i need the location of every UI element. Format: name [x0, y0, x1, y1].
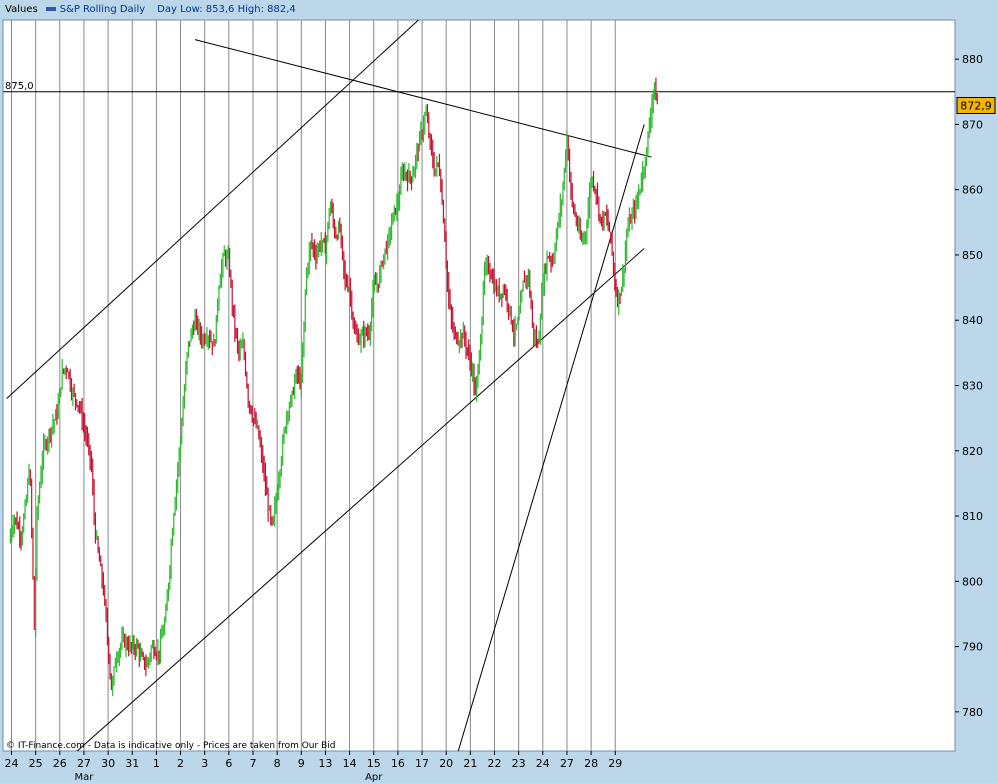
- x-tick-label: 24: [536, 757, 550, 770]
- y-tick-label: 830: [962, 380, 983, 393]
- x-tick-label: 23: [512, 757, 526, 770]
- x-tick-label: 6: [225, 757, 232, 770]
- x-tick-label: 29: [608, 757, 622, 770]
- x-tick-label: 9: [298, 757, 305, 770]
- x-tick-label: 15: [367, 757, 381, 770]
- y-tick-label: 850: [962, 249, 983, 262]
- y-tick-label: 870: [962, 118, 983, 131]
- x-tick-label: 28: [584, 757, 598, 770]
- x-tick-label: 21: [463, 757, 477, 770]
- footer-note: © IT-Finance.com - Data is indicative on…: [6, 741, 335, 751]
- x-tick-label: 2: [177, 757, 184, 770]
- x-tick-label: 27: [77, 757, 91, 770]
- x-tick-label: 27: [560, 757, 574, 770]
- y-tick-label: 880: [962, 53, 983, 66]
- x-tick-label: 1: [153, 757, 160, 770]
- x-tick-label: 3: [201, 757, 208, 770]
- price-chart: 875,0 24 25 26 27 30 31 1 2 3 6 7 8 9 13 14 15 16 17 20 21 2…: [2, 19, 996, 783]
- month-label: Apr: [365, 772, 383, 783]
- x-tick-label: 17: [415, 757, 429, 770]
- x-tick-label: 8: [274, 757, 281, 770]
- x-tick-label: 30: [101, 757, 115, 770]
- x-tick-label: 16: [391, 757, 405, 770]
- y-tick-label: 800: [962, 575, 983, 588]
- x-tick-label: 26: [53, 757, 67, 770]
- x-tick-label: 22: [488, 757, 502, 770]
- y-tick-label: 820: [962, 445, 983, 458]
- x-tick-label: 20: [439, 757, 453, 770]
- chart-container: Values S&P Rolling Daily Day Low: 853,6 …: [0, 0, 998, 783]
- y-tick-label: 790: [962, 641, 983, 654]
- plot-area: [2, 19, 956, 752]
- x-tick-label: 25: [29, 757, 43, 770]
- x-tick-label: 14: [343, 757, 357, 770]
- x-tick-label: 7: [250, 757, 257, 770]
- reference-line-label: 875,0: [5, 81, 34, 92]
- month-label: Mar: [75, 772, 95, 783]
- last-price-label: 872,9: [960, 100, 992, 113]
- y-tick-label: 840: [962, 314, 983, 327]
- x-tick-label: 31: [125, 757, 139, 770]
- x-tick-label: 24: [5, 757, 19, 770]
- x-tick-label: 13: [318, 757, 332, 770]
- y-tick-label: 860: [962, 184, 983, 197]
- y-tick-label: 810: [962, 510, 983, 523]
- y-tick-label: 780: [962, 706, 983, 719]
